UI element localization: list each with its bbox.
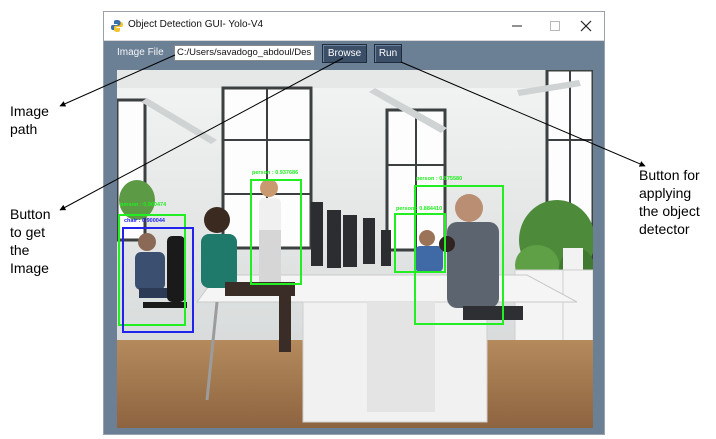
annotation-line: Button [10, 206, 51, 222]
minimize-icon [512, 25, 522, 27]
annotation-line: to get [10, 224, 46, 240]
close-icon [580, 20, 592, 32]
annotation-line: applying [639, 185, 692, 201]
annotation-line: Image [10, 103, 49, 119]
python-logo-icon [111, 20, 123, 32]
toolbar: Image File C:/Users/savadogo_abdoul/Des … [104, 41, 604, 69]
office-scene: person : 0.900474 chair : 0.900044 perso… [117, 70, 593, 428]
detection-label-4: person : 0.900474 [120, 202, 167, 208]
detection-label-3: person : 0.884410 [396, 206, 442, 212]
detection-image: person : 0.900474 chair : 0.900044 perso… [117, 70, 593, 428]
screenshot-root: Object Detection GUI- Yolo-V4 Image File… [0, 0, 716, 439]
annotation-line: path [10, 121, 38, 137]
detection-label-5: chair : 0.900044 [124, 218, 166, 224]
browse-button[interactable]: Browse [322, 44, 367, 63]
detection-label-1: person : 0.937686 [252, 170, 298, 176]
title-bar: Object Detection GUI- Yolo-V4 [104, 12, 604, 41]
annotation-apply-detector: Button for applying the object detector [639, 166, 700, 238]
annotation-line: Button for [639, 167, 700, 183]
annotation-image-path: Image path [10, 102, 49, 138]
annotation-line: detector [639, 221, 690, 237]
annotation-line: Image [10, 260, 49, 276]
annotation-line: the object [639, 203, 700, 219]
close-button[interactable] [567, 12, 604, 40]
image-path-input[interactable]: C:/Users/savadogo_abdoul/Des [174, 45, 315, 61]
minimize-button[interactable] [498, 12, 536, 40]
maximize-icon [550, 21, 560, 31]
image-file-label: Image File [117, 47, 164, 58]
annotation-get-image: Button to get the Image [10, 205, 50, 277]
app-window: Object Detection GUI- Yolo-V4 Image File… [104, 12, 604, 434]
annotation-line: the [10, 242, 30, 258]
detection-label-2: person : 0.875580 [416, 176, 462, 182]
run-button[interactable]: Run [374, 44, 402, 63]
window-title: Object Detection GUI- Yolo-V4 [128, 19, 264, 30]
ceiling [117, 70, 593, 88]
